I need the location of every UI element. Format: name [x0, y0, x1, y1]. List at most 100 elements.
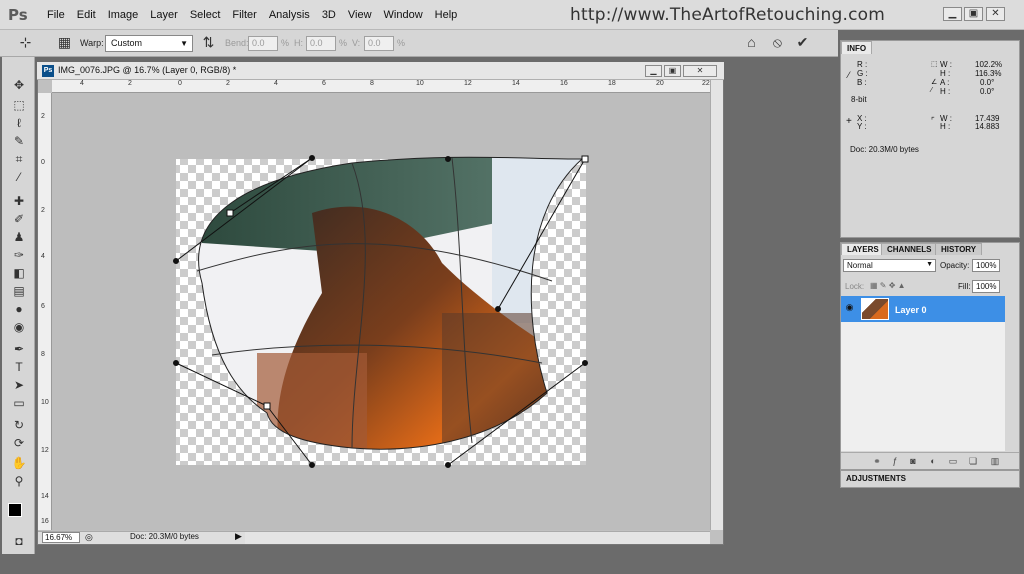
blur-tool-icon[interactable]: ● [11, 301, 27, 317]
quick-select-tool-icon[interactable]: ✎ [11, 133, 27, 149]
hand-tool-icon[interactable]: ✋ [11, 455, 27, 471]
h-unit: % [339, 38, 348, 48]
document-size-info: Doc: 20.3M/0 bytes [130, 532, 199, 541]
menu-select[interactable]: Select [184, 9, 227, 21]
ruler-horizontal[interactable]: 4 2 0 2 4 6 8 10 12 14 16 18 20 22 [52, 80, 710, 93]
warp-orientation-icon: ⇅ [202, 34, 215, 50]
new-group-icon[interactable]: ▭ [947, 455, 959, 467]
tool-preset-icon[interactable]: ⊹ [17, 34, 34, 51]
canvas-area[interactable] [52, 93, 710, 530]
visibility-eye-icon[interactable]: ◉ [843, 301, 856, 314]
fill-field[interactable]: 100% [972, 280, 1000, 293]
lock-icons[interactable]: ▦ ✎ ✥ ▲ [870, 281, 906, 290]
app-close-button[interactable]: ✕ [986, 7, 1005, 21]
eyedropper-icon: ⁄ [848, 70, 850, 80]
ruler-label: 2 [41, 207, 45, 214]
info-h-pct: 116.3% [975, 69, 1002, 78]
info-h: 14.883 [975, 122, 1000, 131]
delete-layer-icon[interactable]: ▥ [989, 455, 1001, 467]
warp-label: Warp: [80, 38, 104, 48]
menu-analysis[interactable]: Analysis [263, 9, 316, 21]
layers-tab[interactable]: LAYERS [841, 243, 885, 255]
app-minimize-button[interactable]: ▁ [943, 7, 962, 21]
warp-canvas[interactable] [52, 93, 710, 530]
ruler-label: 10 [41, 399, 49, 406]
bend-field[interactable]: 0.0 [248, 36, 278, 51]
commit-transform-icon[interactable]: ✔ [794, 34, 811, 51]
new-layer-icon[interactable]: ❏ [967, 455, 979, 467]
path-select-tool-icon[interactable]: ➤ [11, 377, 27, 393]
doc-restore-button[interactable]: ▣ [664, 65, 681, 77]
brush-tool-icon[interactable]: ✐ [11, 211, 27, 227]
doc-close-button[interactable]: ✕ [683, 65, 717, 77]
ruler-label: 12 [41, 447, 49, 454]
history-brush-tool-icon[interactable]: ✑ [11, 247, 27, 263]
adjustment-layer-icon[interactable]: ◐ [927, 455, 939, 467]
blend-mode-select[interactable]: Normal ▼ [843, 259, 936, 272]
chevron-down-icon: ▼ [926, 261, 933, 268]
transform-mode-icon[interactable]: ⌂ [743, 34, 760, 51]
menu-window[interactable]: Window [378, 9, 429, 21]
healing-tool-icon[interactable]: ✚ [11, 193, 27, 209]
type-tool-icon[interactable]: T [11, 359, 27, 375]
app-restore-button[interactable]: ▣ [964, 7, 983, 21]
blend-mode-value: Normal [847, 261, 873, 270]
eraser-tool-icon[interactable]: ◧ [11, 265, 27, 281]
v-distortion-field[interactable]: 0.0 [364, 36, 394, 51]
menu-3d[interactable]: 3D [316, 9, 342, 21]
menu-image[interactable]: Image [102, 9, 145, 21]
3d-orbit-tool-icon[interactable]: ⟳ [11, 435, 27, 451]
foreground-color-swatch[interactable] [8, 503, 22, 517]
menu-edit[interactable]: Edit [71, 9, 102, 21]
lasso-tool-icon[interactable]: ℓ [11, 115, 27, 131]
ruler-label: 16 [560, 80, 568, 87]
layer-mask-icon[interactable]: ◙ [907, 455, 919, 467]
pen-tool-icon[interactable]: ✒ [11, 341, 27, 357]
move-tool-icon[interactable]: ✥ [11, 77, 27, 93]
eyedropper-tool-icon[interactable]: ⁄ [11, 169, 27, 185]
transform-size-icon: ⬚ [931, 61, 938, 68]
menu-layer[interactable]: Layer [144, 9, 184, 21]
warp-style-select[interactable]: Custom ▼ [105, 35, 193, 52]
h-label: H: [294, 38, 303, 48]
vertical-scrollbar[interactable] [710, 80, 723, 530]
dodge-tool-icon[interactable]: ◉ [11, 319, 27, 335]
zoom-level-field[interactable]: 16.67% [42, 532, 80, 543]
info-r-label: R : [857, 60, 868, 69]
warp-grid-icon[interactable]: ▦ [56, 34, 73, 51]
menu-help[interactable]: Help [429, 9, 464, 21]
link-layers-icon[interactable]: ⚭ [871, 455, 883, 467]
3d-rotate-tool-icon[interactable]: ↻ [11, 417, 27, 433]
channels-tab[interactable]: CHANNELS [881, 243, 938, 255]
ruler-label: 8 [370, 80, 374, 87]
menu-view[interactable]: View [342, 9, 378, 21]
adjustments-tab[interactable]: ADJUSTMENTS [846, 474, 906, 483]
gradient-tool-icon[interactable]: ▤ [11, 283, 27, 299]
menu-file[interactable]: File [41, 9, 71, 21]
status-menu-arrow-icon[interactable]: ▶ [235, 531, 242, 542]
zoom-tool-icon[interactable]: ⚲ [11, 473, 27, 489]
document-ps-icon: Ps [42, 65, 54, 77]
doc-minimize-button[interactable]: ▁ [645, 65, 662, 77]
quick-mask-icon[interactable]: ◘ [11, 533, 27, 549]
ruler-label: 4 [80, 80, 84, 87]
horizontal-scrollbar[interactable] [245, 531, 710, 544]
info-h-pct-label: H : [940, 69, 951, 78]
ruler-label: 18 [608, 80, 616, 87]
crop-tool-icon[interactable]: ⌗ [11, 151, 27, 167]
h-distortion-field[interactable]: 0.0 [306, 36, 336, 51]
shape-tool-icon[interactable]: ▭ [11, 395, 27, 411]
cancel-transform-icon[interactable]: ⦸ [769, 34, 786, 51]
opacity-label: Opacity: [940, 261, 970, 270]
clone-stamp-tool-icon[interactable]: ♟ [11, 229, 27, 245]
opacity-field[interactable]: 100% [972, 259, 1000, 272]
status-info-icon[interactable]: ◎ [85, 532, 93, 543]
ruler-vertical[interactable]: 2 0 2 4 6 8 10 12 14 16 [38, 93, 52, 530]
menu-filter[interactable]: Filter [226, 9, 262, 21]
layer-style-icon[interactable]: ƒ [889, 455, 901, 467]
bend-label: Bend: [225, 38, 249, 48]
history-tab[interactable]: HISTORY [935, 243, 983, 255]
info-tab[interactable]: INFO [841, 41, 873, 54]
warp-style-value: Custom [111, 38, 143, 48]
marquee-tool-icon[interactable]: ⬚ [11, 97, 27, 113]
